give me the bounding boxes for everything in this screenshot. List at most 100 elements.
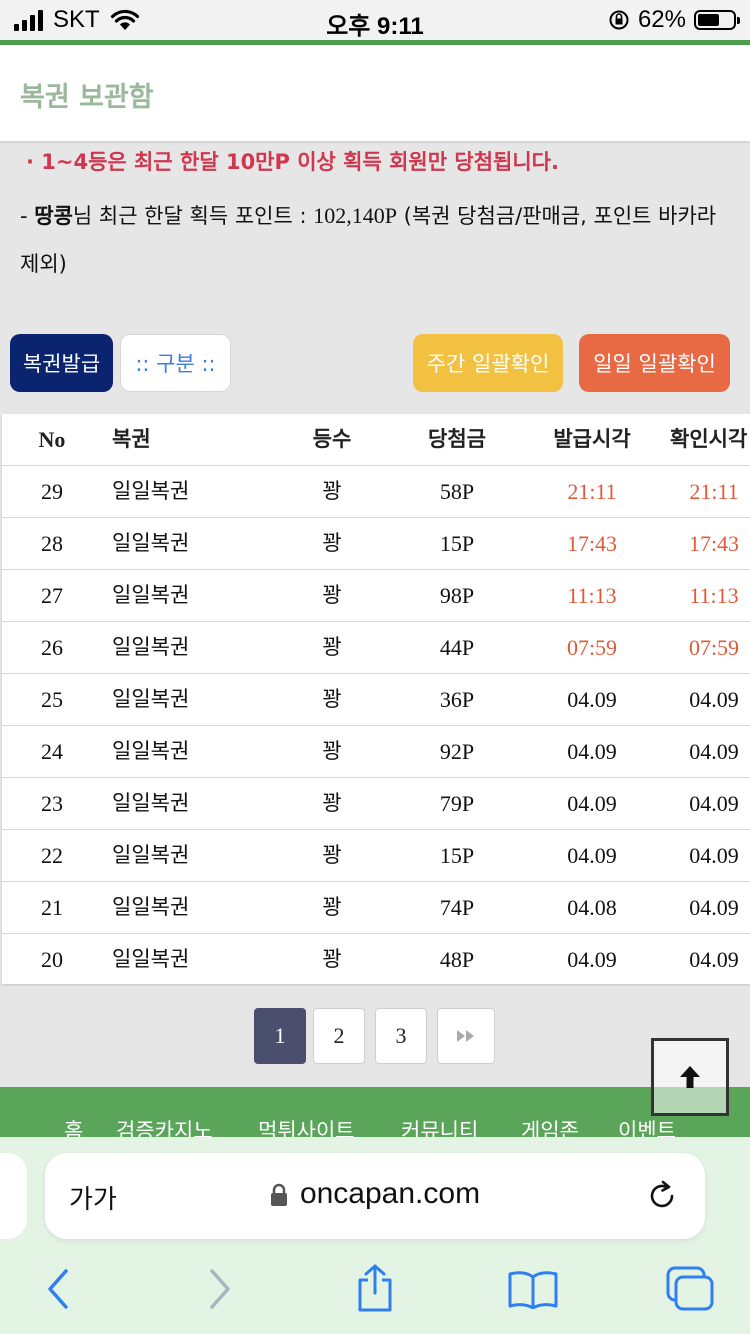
weekly-check-all-button[interactable]: 주간 일괄확인 [413, 334, 563, 392]
page-button-1[interactable]: 1 [254, 1008, 306, 1064]
row-number: 26 [41, 635, 63, 660]
prize-value: 15P [439, 531, 475, 556]
lottery-name: 일일복권 [112, 583, 190, 607]
notice-points: - 땅콩님 최근 한달 획득 포인트 : 102,140P (복권 당첨금/판매… [20, 192, 732, 288]
rank-value: 꽝 [322, 531, 342, 555]
table-row: 23 일일복권 꽝 79P 04.09 04.09 [2, 778, 750, 830]
issued-time: 04.08 [567, 895, 617, 920]
lottery-name: 일일복권 [112, 895, 190, 919]
prize-value: 74P [439, 895, 475, 920]
prize-value: 15P [439, 843, 475, 868]
row-number: 22 [41, 843, 63, 868]
tabs-icon[interactable] [664, 1265, 716, 1313]
row-number: 21 [41, 895, 63, 920]
issued-time: 04.09 [567, 947, 617, 972]
prize-value: 79P [439, 791, 475, 816]
table-row: 28 일일복권 꽝 15P 17:43 17:43 [2, 518, 750, 570]
status-bar: SKT 오후 9:11 62% [0, 0, 750, 40]
lock-icon [270, 1183, 287, 1207]
next-pages-button[interactable] [437, 1008, 495, 1064]
column-header: No [38, 427, 66, 452]
row-number: 27 [41, 583, 63, 608]
orientation-lock-icon [609, 10, 629, 30]
checked-time: 04.09 [689, 791, 739, 816]
page-header: 복권 보관함 [0, 45, 750, 141]
table-header: No 복권 등수 당첨금 발급시각 확인시각 [2, 414, 750, 466]
rank-value: 꽝 [322, 583, 342, 607]
rank-value: 꽝 [322, 479, 342, 503]
table-row: 26 일일복권 꽝 44P 07:59 07:59 [2, 622, 750, 674]
rank-value: 꽝 [322, 895, 342, 919]
issued-time: 07:59 [566, 635, 618, 660]
back-icon[interactable] [44, 1267, 74, 1311]
issued-time: 04.09 [567, 791, 617, 816]
battery-icon [694, 10, 740, 30]
row-number: 20 [41, 947, 63, 972]
checked-time: 04.09 [689, 947, 739, 972]
rank-value: 꽝 [322, 791, 342, 815]
checked-time: 07:59 [688, 635, 740, 660]
page-button-2[interactable]: 2 [313, 1008, 365, 1064]
prize-value: 44P [439, 635, 475, 660]
column-header: 복권 [112, 427, 151, 451]
page-button-3[interactable]: 3 [375, 1008, 427, 1064]
reload-icon[interactable] [645, 1179, 679, 1213]
points-value: 102,140P [313, 203, 397, 228]
lottery-name: 일일복권 [112, 947, 190, 971]
bookmarks-icon[interactable] [507, 1269, 559, 1309]
url-display[interactable]: oncapan.com [45, 1177, 705, 1211]
table-row: 25 일일복권 꽝 36P 04.09 04.09 [2, 674, 750, 726]
fast-forward-icon [457, 1030, 474, 1042]
column-header: 발급시각 [553, 427, 631, 451]
notice-rule: · 1~4등은 최근 한달 10만P 이상 획득 회원만 당첨됩니다. [26, 150, 559, 174]
notice-prefix: - [20, 204, 35, 228]
checked-time: 11:13 [689, 583, 739, 608]
share-icon[interactable] [354, 1263, 396, 1313]
prize-value: 98P [439, 583, 475, 608]
prize-value: 92P [439, 739, 475, 764]
lottery-name: 일일복권 [112, 843, 190, 867]
table-row: 29 일일복권 꽝 58P 21:11 21:11 [2, 466, 750, 518]
page-title: 복권 보관함 [20, 82, 154, 113]
daily-check-all-button[interactable]: 일일 일괄확인 [579, 334, 730, 392]
status-right: 62% [608, 6, 740, 34]
forward-icon[interactable] [204, 1267, 234, 1311]
checked-time: 04.09 [689, 687, 739, 712]
category-select[interactable]: :: 구분 :: [120, 334, 231, 392]
lottery-name: 일일복권 [112, 635, 190, 659]
issued-time: 04.09 [567, 739, 617, 764]
scroll-to-top-button[interactable] [651, 1038, 729, 1116]
prize-value: 36P [439, 687, 475, 712]
checked-time: 21:11 [689, 479, 739, 504]
browser-toolbar: 가가 oncapan.com [0, 1137, 750, 1334]
row-number: 23 [41, 791, 63, 816]
issued-time: 21:11 [567, 479, 617, 504]
battery-percent: 62% [637, 6, 686, 33]
checked-time: 04.09 [689, 895, 739, 920]
row-number: 29 [41, 479, 63, 504]
table-row: 21 일일복권 꽝 74P 04.08 04.09 [2, 882, 750, 934]
row-number: 24 [41, 739, 63, 764]
lottery-name: 일일복권 [112, 739, 190, 763]
checked-time: 04.09 [689, 843, 739, 868]
issued-time: 11:13 [567, 583, 617, 608]
rank-value: 꽝 [322, 947, 342, 971]
table-row: 22 일일복권 꽝 15P 04.09 04.09 [2, 830, 750, 882]
column-header: 확인시각 [670, 427, 748, 451]
table-row: 27 일일복권 꽝 98P 11:13 11:13 [2, 570, 750, 622]
column-header: 등수 [312, 427, 352, 451]
prize-value: 48P [439, 947, 475, 972]
checked-time: 17:43 [688, 531, 740, 556]
previous-tab-preview[interactable] [0, 1153, 27, 1239]
row-number: 28 [41, 531, 63, 556]
address-bar[interactable]: 가가 oncapan.com [45, 1153, 705, 1239]
issue-lottery-button[interactable]: 복권발급 [10, 334, 113, 392]
table-row: 24 일일복권 꽝 92P 04.09 04.09 [2, 726, 750, 778]
table-row: 20 일일복권 꽝 48P 04.09 04.09 [2, 934, 750, 984]
nickname: 땅콩 [34, 204, 73, 228]
lottery-name: 일일복권 [112, 531, 190, 555]
arrow-up-icon [680, 1066, 700, 1088]
issued-time: 17:43 [566, 531, 618, 556]
lottery-table: No 복권 등수 당첨금 발급시각 확인시각 29 일일복권 꽝 58P 21:11 21… [2, 414, 750, 984]
issued-time: 04.09 [567, 843, 617, 868]
